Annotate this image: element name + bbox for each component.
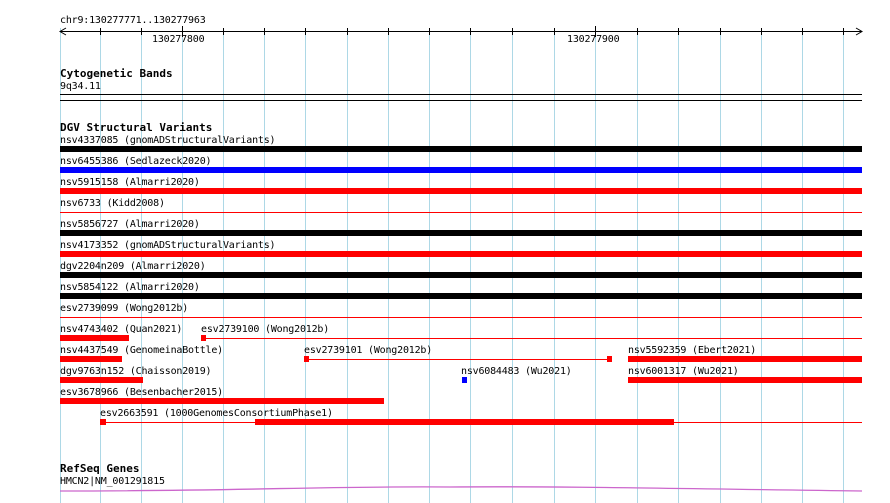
feature-label[interactable]: nsv4173352 (gnomADStructuralVariants) — [60, 240, 276, 251]
feature-bar — [628, 356, 862, 362]
gene-line — [59, 486, 863, 492]
region-label: chr9:130277771..130277963 — [60, 15, 206, 26]
feature-bar — [60, 335, 129, 341]
feature-label[interactable]: esv2739100 (Wong2012b) — [201, 324, 329, 335]
cytoband-label[interactable]: 9q34.11 — [60, 81, 101, 92]
feature-label[interactable]: nsv5854122 (Almarri2020) — [60, 282, 200, 293]
feature-bar — [60, 377, 143, 383]
feature-block — [255, 419, 674, 425]
feature-bar — [60, 188, 862, 194]
refseq-gene-glyph[interactable] — [59, 486, 863, 492]
feature-bar — [60, 293, 862, 299]
feature-label[interactable]: nsv6455386 (Sedlazeck2020) — [60, 156, 212, 167]
refseq-gene-label[interactable]: HMCN2|NM_001291815 — [60, 476, 165, 487]
feature-label[interactable]: nsv6084483 (Wu2021) — [461, 366, 572, 377]
feature-label[interactable]: dgv2204n209 (Almarri2020) — [60, 261, 206, 272]
feature-label[interactable]: nsv6001317 (Wu2021) — [628, 366, 739, 377]
feature-block — [201, 335, 206, 341]
feature-label[interactable]: nsv5856727 (Almarri2020) — [60, 219, 200, 230]
feature-label[interactable]: esv2739101 (Wong2012b) — [304, 345, 432, 356]
feature-label[interactable]: nsv6733 (Kidd2008) — [60, 198, 165, 209]
dgv-track-title: DGV Structural Variants — [60, 121, 213, 134]
feature-bar — [60, 356, 122, 362]
cytoband-track-title: Cytogenetic Bands — [60, 67, 173, 80]
refseq-track-title: RefSeq Genes — [60, 462, 140, 475]
feature-bar — [60, 146, 862, 152]
feature-bar — [60, 398, 384, 404]
feature-label[interactable]: nsv4337085 (gnomADStructuralVariants) — [60, 135, 276, 146]
feature-bar — [462, 377, 467, 383]
feature-label[interactable]: esv2663591 (1000GenomesConsortiumPhase1) — [100, 408, 333, 419]
cytoband-lines — [60, 94, 862, 101]
feature-label[interactable]: nsv5915158 (Almarri2020) — [60, 177, 200, 188]
feature-label[interactable]: esv2739099 (Wong2012b) — [60, 303, 188, 314]
feature-bar — [60, 272, 862, 278]
feature-label[interactable]: dgv9763n152 (Chaisson2019) — [60, 366, 212, 377]
feature-label[interactable]: esv3678966 (Besenbacher2015) — [60, 387, 223, 398]
feature-block — [607, 356, 612, 362]
feature-bar — [628, 377, 862, 383]
ruler-tick-label-1: 130277800 — [152, 34, 205, 45]
feature-block — [100, 419, 106, 425]
feature-label[interactable]: nsv5592359 (Ebert2021) — [628, 345, 756, 356]
feature-bar — [60, 251, 862, 257]
feature-label[interactable]: nsv4743402 (Quan2021) — [60, 324, 182, 335]
feature-bar — [60, 167, 862, 173]
feature-label[interactable]: nsv4437549 (GenomeinaBottle) — [60, 345, 223, 356]
ruler-tick-label-2: 130277900 — [567, 34, 620, 45]
feature-block — [304, 356, 309, 362]
feature-bar — [60, 230, 862, 236]
